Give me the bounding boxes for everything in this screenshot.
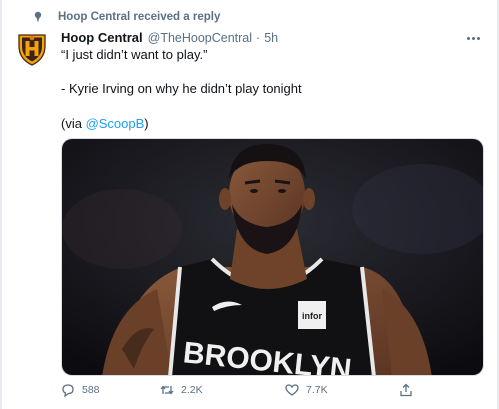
via-suffix: ) [144, 116, 149, 131]
author-handle[interactable]: @TheHoopCentral [148, 31, 252, 45]
retweet-count: 2.2K [181, 384, 203, 396]
share-icon [400, 383, 412, 397]
tweet-via: (via @ScoopB) [61, 116, 149, 131]
more-dot [472, 37, 475, 40]
pin-icon [34, 11, 42, 23]
share-button[interactable] [399, 383, 413, 397]
reply-count: 588 [82, 384, 100, 396]
social-context-text: Hoop Central received a reply [58, 11, 221, 23]
more-dot [467, 37, 470, 40]
heart-icon [285, 384, 299, 396]
tweet-actions: 588 2.2K 7.7K [61, 383, 441, 401]
sponsor-patch: infor [302, 311, 322, 321]
timeline-border-left [0, 0, 2, 409]
tweet-timestamp[interactable]: 5h [264, 31, 278, 45]
tweet-header: Hoop Central @TheHoopCentral · 5h [61, 30, 278, 45]
more-dot [477, 37, 480, 40]
retweet-button[interactable]: 2.2K [160, 383, 203, 397]
social-context[interactable]: Hoop Central received a reply [32, 9, 220, 25]
player-photo: infor BROOKLYN [62, 139, 483, 375]
via-mention-link[interactable]: @ScoopB [86, 116, 145, 131]
reply-button[interactable]: 588 [61, 383, 100, 397]
tweet-photo[interactable]: infor BROOKLYN [61, 138, 484, 376]
retweet-icon [160, 385, 174, 395]
tweet-quote: “I just didn’t want to play.” [61, 47, 208, 62]
like-button[interactable]: 7.7K [285, 383, 328, 397]
header-separator: · [256, 31, 261, 45]
more-options-icon[interactable] [467, 37, 480, 40]
author-name[interactable]: Hoop Central [61, 30, 143, 45]
via-prefix: (via [61, 116, 86, 131]
like-count: 7.7K [306, 384, 328, 396]
profile-avatar[interactable] [17, 32, 47, 66]
reply-icon [62, 384, 74, 397]
tweet-attribution: - Kyrie Irving on why he didn’t play ton… [61, 81, 302, 96]
